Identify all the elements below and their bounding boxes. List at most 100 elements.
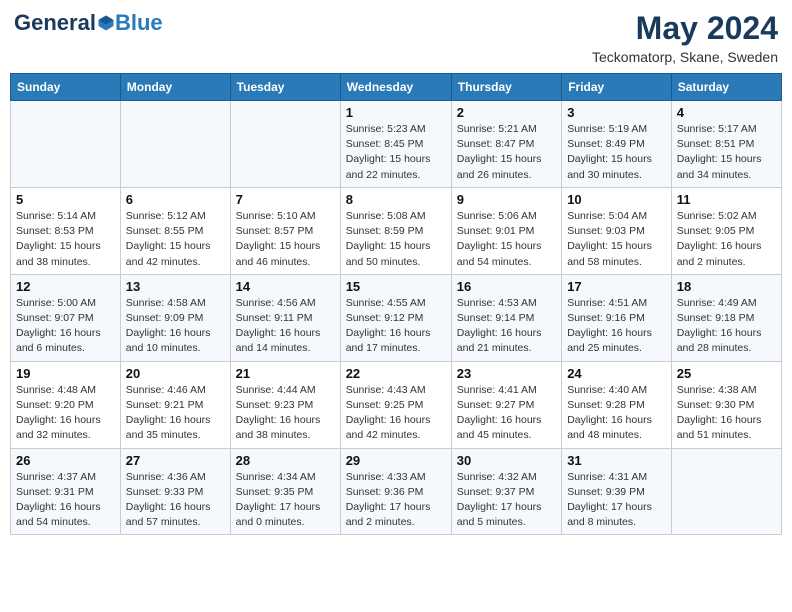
- day-info: Sunrise: 4:31 AMSunset: 9:39 PMDaylight:…: [567, 470, 666, 531]
- calendar-table: SundayMondayTuesdayWednesdayThursdayFrid…: [10, 73, 782, 535]
- calendar-day-cell: 12 Sunrise: 5:00 AMSunset: 9:07 PMDayligh…: [11, 274, 121, 361]
- day-number: 31: [567, 453, 666, 468]
- calendar-day-cell: 25 Sunrise: 4:38 AMSunset: 9:30 PMDayligh…: [671, 361, 781, 448]
- day-number: 3: [567, 105, 666, 120]
- day-number: 29: [346, 453, 446, 468]
- day-number: 26: [16, 453, 115, 468]
- calendar-day-cell: 6 Sunrise: 5:12 AMSunset: 8:55 PMDaylight…: [120, 187, 230, 274]
- day-number: 22: [346, 366, 446, 381]
- day-info: Sunrise: 4:43 AMSunset: 9:25 PMDaylight:…: [346, 383, 446, 444]
- day-number: 19: [16, 366, 115, 381]
- calendar-day-cell: 24 Sunrise: 4:40 AMSunset: 9:28 PMDayligh…: [562, 361, 672, 448]
- day-number: 12: [16, 279, 115, 294]
- calendar-day-cell: 1 Sunrise: 5:23 AMSunset: 8:45 PMDaylight…: [340, 101, 451, 188]
- calendar-week-row: 19 Sunrise: 4:48 AMSunset: 9:20 PMDayligh…: [11, 361, 782, 448]
- calendar-day-cell: 14 Sunrise: 4:56 AMSunset: 9:11 PMDayligh…: [230, 274, 340, 361]
- day-number: 4: [677, 105, 776, 120]
- calendar-day-cell: 9Sunrise: 5:06 AMSunset: 9:01 PMDaylight…: [451, 187, 561, 274]
- day-info: Sunrise: 5:04 AMSunset: 9:03 PMDaylight:…: [567, 209, 666, 270]
- calendar-week-row: 1 Sunrise: 5:23 AMSunset: 8:45 PMDaylight…: [11, 101, 782, 188]
- calendar-day-cell: 27Sunrise: 4:36 AMSunset: 9:33 PMDayligh…: [120, 448, 230, 535]
- calendar-day-header: Sunday: [11, 74, 121, 101]
- day-info: Sunrise: 4:46 AMSunset: 9:21 PMDaylight:…: [126, 383, 225, 444]
- calendar-day-cell: 19 Sunrise: 4:48 AMSunset: 9:20 PMDayligh…: [11, 361, 121, 448]
- day-info: Sunrise: 4:58 AMSunset: 9:09 PMDaylight:…: [126, 296, 225, 357]
- day-info: Sunrise: 5:14 AMSunset: 8:53 PMDaylight:…: [16, 209, 115, 270]
- calendar-day-cell: 10Sunrise: 5:04 AMSunset: 9:03 PMDayligh…: [562, 187, 672, 274]
- day-info: Sunrise: 4:32 AMSunset: 9:37 PMDaylight:…: [457, 470, 556, 531]
- day-number: 9: [457, 192, 556, 207]
- calendar-day-header: Wednesday: [340, 74, 451, 101]
- calendar-day-header: Friday: [562, 74, 672, 101]
- day-number: 25: [677, 366, 776, 381]
- day-info: Sunrise: 5:19 AMSunset: 8:49 PMDaylight:…: [567, 122, 666, 183]
- day-number: 6: [126, 192, 225, 207]
- day-info: Sunrise: 4:40 AMSunset: 9:28 PMDaylight:…: [567, 383, 666, 444]
- logo: General Blue: [14, 10, 163, 36]
- day-info: Sunrise: 5:23 AMSunset: 8:45 PMDaylight:…: [346, 122, 446, 183]
- calendar-day-cell: 29 Sunrise: 4:33 AMSunset: 9:36 PMDayligh…: [340, 448, 451, 535]
- calendar-day-cell: 2 Sunrise: 5:21 AMSunset: 8:47 PMDaylight…: [451, 101, 561, 188]
- calendar-day-cell: 28Sunrise: 4:34 AMSunset: 9:35 PMDayligh…: [230, 448, 340, 535]
- day-info: Sunrise: 4:55 AMSunset: 9:12 PMDaylight:…: [346, 296, 446, 357]
- logo-blue: Blue: [115, 10, 163, 36]
- day-number: 23: [457, 366, 556, 381]
- day-info: Sunrise: 5:12 AMSunset: 8:55 PMDaylight:…: [126, 209, 225, 270]
- day-number: 21: [236, 366, 335, 381]
- calendar-day-cell: [671, 448, 781, 535]
- day-number: 27: [126, 453, 225, 468]
- day-number: 18: [677, 279, 776, 294]
- day-info: Sunrise: 4:56 AMSunset: 9:11 PMDaylight:…: [236, 296, 335, 357]
- day-info: Sunrise: 4:49 AMSunset: 9:18 PMDaylight:…: [677, 296, 776, 357]
- calendar-day-cell: 8 Sunrise: 5:08 AMSunset: 8:59 PMDaylight…: [340, 187, 451, 274]
- day-number: 20: [126, 366, 225, 381]
- calendar-day-cell: 15 Sunrise: 4:55 AMSunset: 9:12 PMDayligh…: [340, 274, 451, 361]
- calendar-week-row: 26 Sunrise: 4:37 AMSunset: 9:31 PMDayligh…: [11, 448, 782, 535]
- calendar-day-cell: 17Sunrise: 4:51 AMSunset: 9:16 PMDayligh…: [562, 274, 672, 361]
- calendar-day-header: Saturday: [671, 74, 781, 101]
- calendar-week-row: 5 Sunrise: 5:14 AMSunset: 8:53 PMDaylight…: [11, 187, 782, 274]
- day-info: Sunrise: 4:48 AMSunset: 9:20 PMDaylight:…: [16, 383, 115, 444]
- calendar-day-cell: 23Sunrise: 4:41 AMSunset: 9:27 PMDayligh…: [451, 361, 561, 448]
- day-info: Sunrise: 4:51 AMSunset: 9:16 PMDaylight:…: [567, 296, 666, 357]
- calendar-day-cell: 20 Sunrise: 4:46 AMSunset: 9:21 PMDayligh…: [120, 361, 230, 448]
- day-info: Sunrise: 5:10 AMSunset: 8:57 PMDaylight:…: [236, 209, 335, 270]
- calendar-day-cell: [120, 101, 230, 188]
- day-number: 5: [16, 192, 115, 207]
- day-info: Sunrise: 4:53 AMSunset: 9:14 PMDaylight:…: [457, 296, 556, 357]
- calendar-day-header: Monday: [120, 74, 230, 101]
- calendar-day-cell: 18 Sunrise: 4:49 AMSunset: 9:18 PMDayligh…: [671, 274, 781, 361]
- day-number: 8: [346, 192, 446, 207]
- calendar-week-row: 12 Sunrise: 5:00 AMSunset: 9:07 PMDayligh…: [11, 274, 782, 361]
- calendar-day-cell: 30Sunrise: 4:32 AMSunset: 9:37 PMDayligh…: [451, 448, 561, 535]
- day-number: 15: [346, 279, 446, 294]
- calendar-header-row: SundayMondayTuesdayWednesdayThursdayFrid…: [11, 74, 782, 101]
- day-info: Sunrise: 4:37 AMSunset: 9:31 PMDaylight:…: [16, 470, 115, 531]
- day-number: 13: [126, 279, 225, 294]
- day-info: Sunrise: 4:34 AMSunset: 9:35 PMDaylight:…: [236, 470, 335, 531]
- day-number: 24: [567, 366, 666, 381]
- day-number: 2: [457, 105, 556, 120]
- day-info: Sunrise: 5:17 AMSunset: 8:51 PMDaylight:…: [677, 122, 776, 183]
- day-info: Sunrise: 5:21 AMSunset: 8:47 PMDaylight:…: [457, 122, 556, 183]
- day-info: Sunrise: 4:44 AMSunset: 9:23 PMDaylight:…: [236, 383, 335, 444]
- month-title: May 2024: [592, 10, 778, 47]
- day-number: 7: [236, 192, 335, 207]
- day-number: 1: [346, 105, 446, 120]
- calendar-day-header: Tuesday: [230, 74, 340, 101]
- day-info: Sunrise: 5:00 AMSunset: 9:07 PMDaylight:…: [16, 296, 115, 357]
- day-info: Sunrise: 5:02 AMSunset: 9:05 PMDaylight:…: [677, 209, 776, 270]
- calendar-day-cell: 22 Sunrise: 4:43 AMSunset: 9:25 PMDayligh…: [340, 361, 451, 448]
- day-number: 14: [236, 279, 335, 294]
- calendar-day-cell: [11, 101, 121, 188]
- day-info: Sunrise: 5:08 AMSunset: 8:59 PMDaylight:…: [346, 209, 446, 270]
- location: Teckomatorp, Skane, Sweden: [592, 49, 778, 65]
- calendar-day-cell: 7 Sunrise: 5:10 AMSunset: 8:57 PMDaylight…: [230, 187, 340, 274]
- calendar-day-cell: 16Sunrise: 4:53 AMSunset: 9:14 PMDayligh…: [451, 274, 561, 361]
- logo-general: General: [14, 10, 96, 36]
- calendar-day-cell: 11Sunrise: 5:02 AMSunset: 9:05 PMDayligh…: [671, 187, 781, 274]
- calendar-day-header: Thursday: [451, 74, 561, 101]
- day-info: Sunrise: 4:33 AMSunset: 9:36 PMDaylight:…: [346, 470, 446, 531]
- day-info: Sunrise: 4:38 AMSunset: 9:30 PMDaylight:…: [677, 383, 776, 444]
- calendar-day-cell: 26 Sunrise: 4:37 AMSunset: 9:31 PMDayligh…: [11, 448, 121, 535]
